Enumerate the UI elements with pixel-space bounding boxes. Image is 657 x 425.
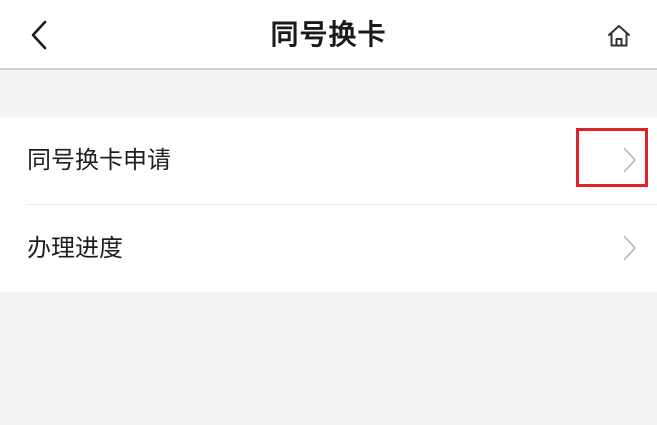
list-item-progress[interactable]: 办理进度 xyxy=(26,204,657,292)
menu-list: 同号换卡申请 办理进度 xyxy=(0,117,657,292)
chevron-right-icon xyxy=(623,235,636,261)
page-title: 同号换卡 xyxy=(270,18,387,51)
top-bar: 同号换卡 xyxy=(0,0,657,70)
list-item-label: 办理进度 xyxy=(27,234,123,262)
home-icon xyxy=(608,25,630,47)
home-button[interactable] xyxy=(603,20,635,52)
list-item-label: 同号换卡申请 xyxy=(27,146,171,174)
list-item-card-replacement-application[interactable]: 同号换卡申请 xyxy=(0,117,657,204)
chevron-right-icon xyxy=(623,147,636,173)
